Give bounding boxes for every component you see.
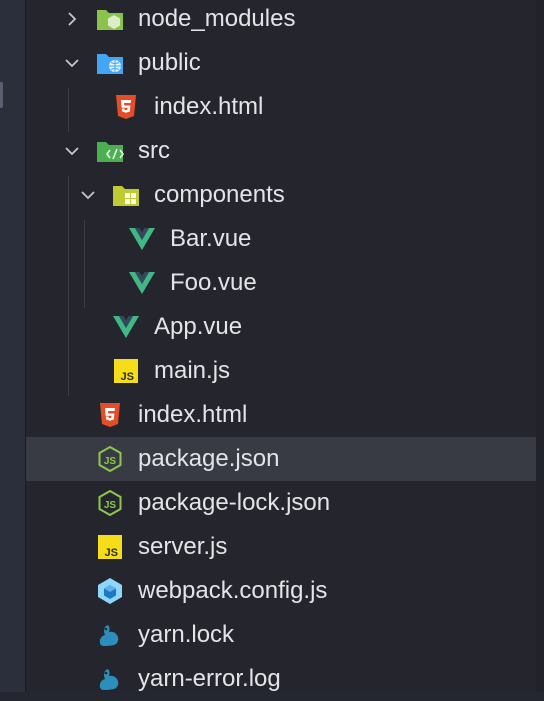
yarn-icon <box>96 621 124 649</box>
tree-item-label: yarn-error.log <box>138 665 281 692</box>
tree-item-index-html[interactable]: index.html <box>26 393 536 437</box>
tree-item-label: public <box>138 49 201 76</box>
tree-item-main-js[interactable]: JS main.js <box>26 349 536 393</box>
tree-item-package-json[interactable]: JS package.json <box>26 437 536 481</box>
javascript-icon: JS <box>112 357 140 385</box>
tree-item-yarn-lock[interactable]: yarn.lock <box>26 613 536 657</box>
tree-item-label: node_modules <box>138 5 296 32</box>
chevron-down-icon[interactable] <box>80 187 96 203</box>
svg-text:JS: JS <box>121 371 134 383</box>
folder-public-icon <box>96 49 124 77</box>
tree-item-label: Bar.vue <box>170 225 252 252</box>
vue-icon <box>128 225 156 253</box>
tree-item-server-js[interactable]: JS server.js <box>26 525 536 569</box>
activity-bar <box>0 0 25 692</box>
webpack-icon <box>96 577 124 605</box>
html5-icon <box>112 93 140 121</box>
tree-item-label: components <box>154 181 285 208</box>
tree-item-label: Foo.vue <box>170 269 257 296</box>
tree-item-label: src <box>138 137 170 164</box>
folder-node-icon <box>96 5 124 33</box>
chevron-down-icon[interactable] <box>64 143 80 159</box>
tree-item-label: server.js <box>138 533 228 560</box>
svg-text:JS: JS <box>104 500 117 511</box>
chevron-right-icon[interactable] <box>64 11 80 27</box>
html5-icon <box>96 401 124 429</box>
tree-item-label: yarn.lock <box>138 621 235 648</box>
yarn-icon <box>96 665 124 693</box>
tree-item-label: package-lock.json <box>138 489 331 516</box>
svg-text:JS: JS <box>104 456 117 467</box>
tree-item-label: webpack.config.js <box>138 577 328 604</box>
nodejs-icon: JS <box>96 489 124 517</box>
folder-components-icon <box>112 181 140 209</box>
tree-item-public-index-html[interactable]: index.html <box>26 85 536 129</box>
tree-item-components[interactable]: components <box>26 173 536 217</box>
javascript-icon: JS <box>96 533 124 561</box>
tree-item-package-lock-json[interactable]: JS package-lock.json <box>26 481 536 525</box>
tree-item-app-vue[interactable]: App.vue <box>26 305 536 349</box>
tree-item-foo-vue[interactable]: Foo.vue <box>26 261 536 305</box>
tree-item-label: index.html <box>138 401 248 428</box>
tree-item-public[interactable]: public <box>26 41 536 85</box>
file-explorer-tree: node_modules public index.html src compo… <box>26 0 536 692</box>
scrollbar-track[interactable] <box>536 0 544 692</box>
tree-item-label: main.js <box>154 357 231 384</box>
nodejs-icon: JS <box>96 445 124 473</box>
svg-text:JS: JS <box>105 547 118 559</box>
tree-item-label: package.json <box>138 445 280 472</box>
tree-item-bar-vue[interactable]: Bar.vue <box>26 217 536 261</box>
tree-item-label: App.vue <box>154 313 243 340</box>
chevron-down-icon[interactable] <box>64 55 80 71</box>
activity-bar-indicator <box>0 82 3 108</box>
tree-item-label: index.html <box>154 93 264 120</box>
tree-item-src[interactable]: src <box>26 129 536 173</box>
vue-icon <box>112 313 140 341</box>
folder-src-icon <box>96 137 124 165</box>
vue-icon <box>128 269 156 297</box>
tree-item-node-modules[interactable]: node_modules <box>26 0 536 41</box>
tree-item-webpack-config-js[interactable]: webpack.config.js <box>26 569 536 613</box>
tree-item-yarn-error-log[interactable]: yarn-error.log <box>26 657 536 701</box>
